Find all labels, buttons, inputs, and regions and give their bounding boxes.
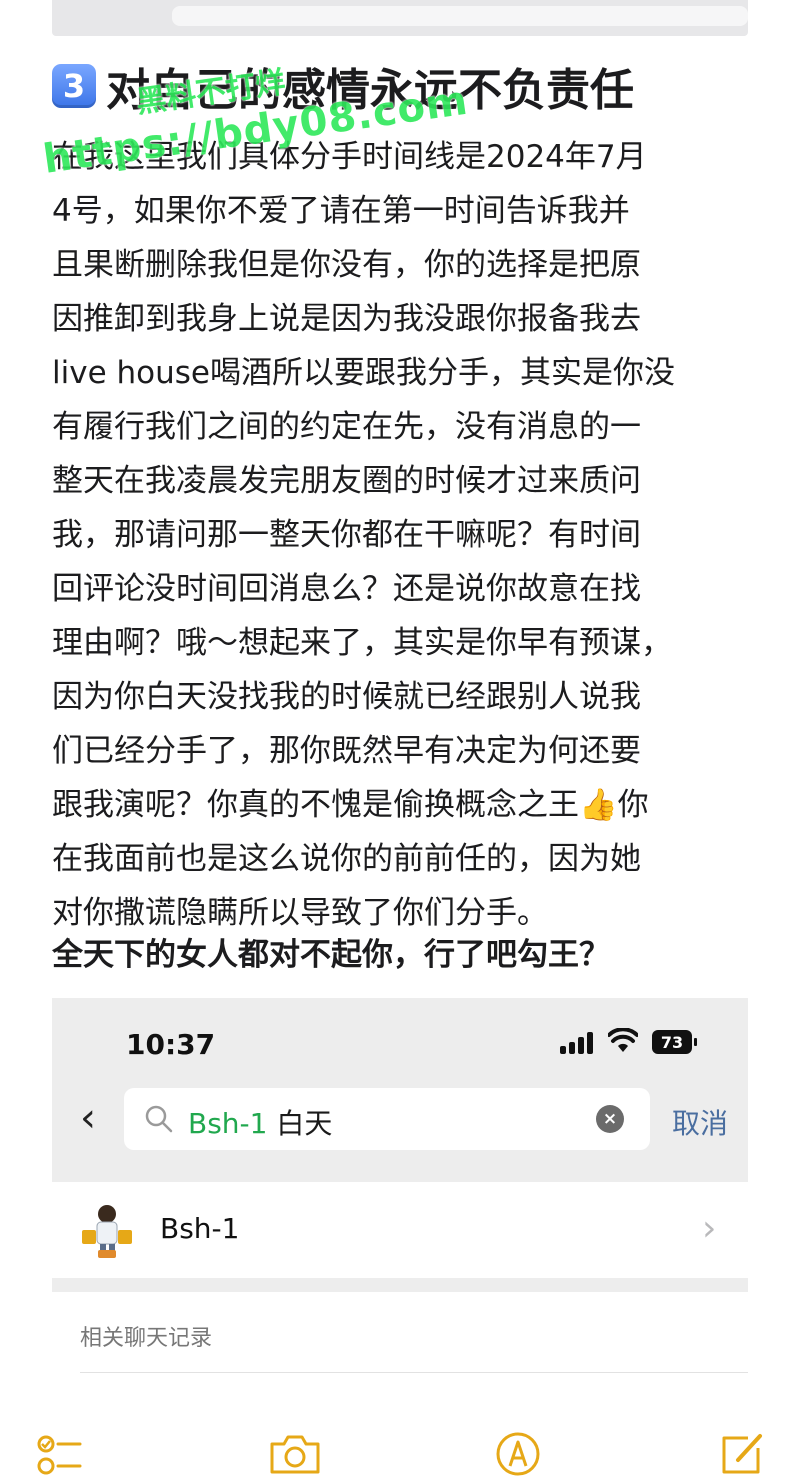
battery-icon: 73 [652,1030,697,1054]
note-body[interactable]: 在我这里我们具体分手时间线是2024年7月 4号，如果你不爱了请在第一时间告诉我… [52,130,752,940]
body-line: 在我面前也是这么说你的前前任的，因为她 [52,841,641,877]
body-line: 跟我演呢？你真的不愧是偷换概念之王👍你 [52,787,649,823]
records-label: 相关聊天记录 [80,1326,213,1351]
body-line: 4号，如果你不爱了请在第一时间告诉我并 [52,193,630,229]
search-query-highlight: Bsh-1 [188,1107,268,1140]
previous-screenshot-edge [52,0,748,36]
body-line: 我，那请问那一整天你都在干嘛呢？有时间 [52,517,641,553]
related-chat-records: 相关聊天记录 [52,1292,748,1402]
markup-icon[interactable] [494,1432,542,1476]
compose-icon[interactable] [718,1432,766,1476]
notes-page: 3 对自己的感情永远不负责任 在我这里我们具体分手时间线是2024年7月 4号，… [0,0,800,1481]
clear-icon[interactable]: × [596,1105,624,1133]
avatar [82,1205,132,1258]
search-query-rest: 白天 [267,1107,333,1140]
body-line: live house喝酒所以要跟我分手，其实是你没 [52,355,675,391]
embedded-screenshot[interactable]: 10:37 73 ‹ Bsh-1 白天 × 取消 Bsh-1 › 相关聊天记录 [52,998,748,1402]
contact-name: Bsh-1 [160,1212,240,1245]
body-line: 理由啊？哦～想起来了，其实是你早有预谋， [52,625,672,661]
body-line: 在我这里我们具体分手时间线是2024年7月 [52,139,647,175]
body-line: 且果断删除我但是你没有，你的选择是把原 [52,247,641,283]
divider [80,1372,748,1373]
chevron-left-icon[interactable]: ‹ [80,1098,96,1138]
checklist-icon[interactable] [34,1432,82,1476]
search-icon [145,1105,173,1133]
chevron-right-icon: › [702,1208,717,1249]
cellular-signal-icon [560,1032,596,1054]
closing-line: 全天下的女人都对不起你，行了吧勾王？ [52,937,610,973]
search-input[interactable]: Bsh-1 白天 × [124,1088,650,1150]
contact-result[interactable]: Bsh-1 › [52,1182,748,1278]
heading-text: 对自己的感情永远不负责任 [106,65,634,116]
camera-icon[interactable] [268,1432,322,1476]
cancel-button[interactable]: 取消 [672,1102,728,1142]
notes-toolbar [0,1410,800,1481]
body-line: 们已经分手了，那你既然早有决定为何还要 [52,733,641,769]
body-line: 有履行我们之间的约定在先，没有消息的一 [52,409,641,445]
body-line: 因推卸到我身上说是因为我没跟你报备我去 [52,301,641,337]
status-bar: 10:37 73 [52,998,748,1086]
status-time: 10:37 [126,1028,216,1061]
search-query: Bsh-1 白天 [188,1102,332,1142]
body-line: 因为你白天没找我的时候就已经跟别人说我 [52,679,641,715]
body-line: 回评论没时间回消息么？还是说你故意在找 [52,571,641,607]
keycap-3-icon: 3 [52,64,96,108]
wifi-icon [608,1028,638,1052]
previous-search-bar-edge [172,6,748,26]
note-heading: 3 对自己的感情永远不负责任 [52,60,634,116]
search-row: ‹ Bsh-1 白天 × 取消 [52,1086,748,1158]
body-line: 整天在我凌晨发完朋友圈的时候才过来质问 [52,463,641,499]
